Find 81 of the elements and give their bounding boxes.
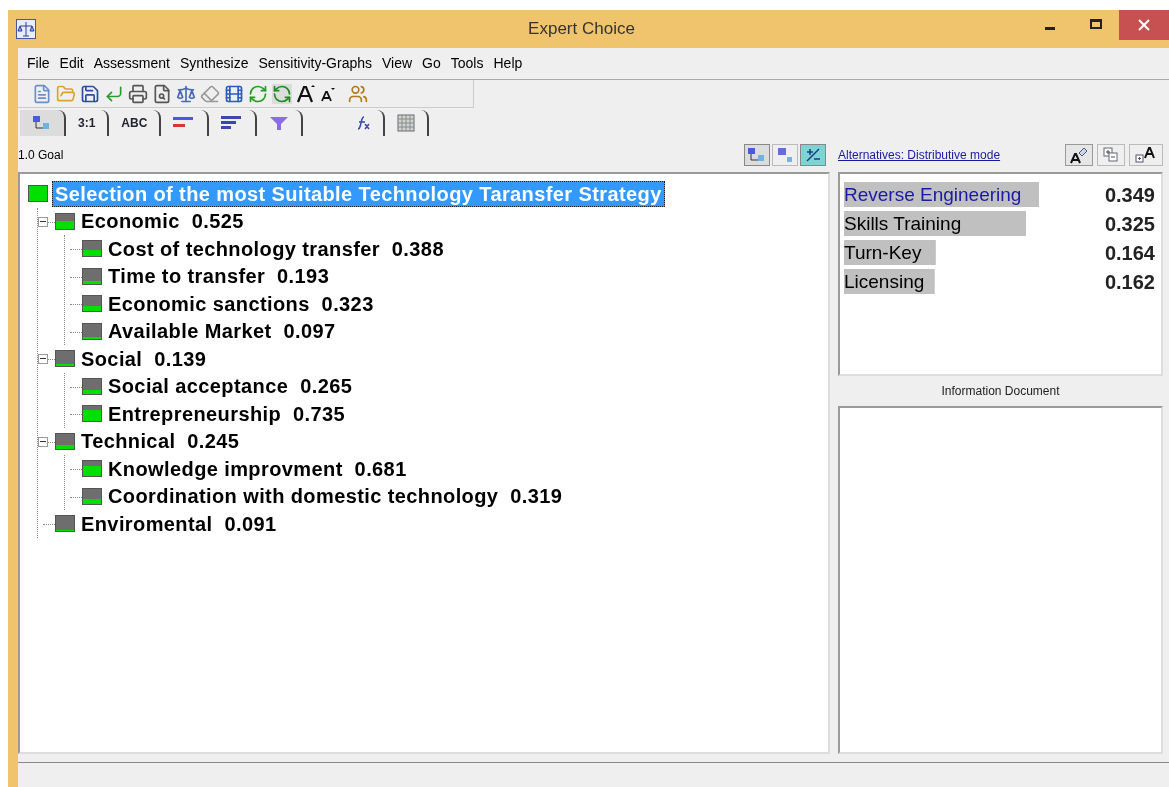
window-title: Expert Choice: [527, 18, 636, 41]
nodes-icon: [777, 147, 793, 163]
print-icon[interactable]: [128, 83, 148, 104]
priority-indicator: [55, 350, 75, 368]
information-document-title: Information Document: [940, 383, 1061, 400]
priority-indicator: [82, 460, 102, 478]
priority-indicator: [28, 185, 48, 203]
hierarchy-icon: [32, 115, 52, 131]
close-button[interactable]: [1119, 10, 1169, 40]
collapse-toggle[interactable]: [38, 354, 48, 364]
formula-icon: [355, 115, 372, 131]
alternative-row[interactable]: Skills Training 0.325: [844, 209, 1157, 238]
font-larger-icon[interactable]: [296, 83, 316, 104]
tree-node[interactable]: Economic 0.525: [79, 209, 246, 234]
alternative-priority: 0.325: [1104, 211, 1156, 237]
collapse-toggle[interactable]: [38, 436, 48, 447]
nodes-view-button[interactable]: [772, 144, 798, 166]
alternative-row[interactable]: Turn-Key 0.164: [844, 238, 1157, 267]
tree-node[interactable]: Cost of technology transfer 0.388: [106, 236, 446, 261]
film-icon[interactable]: [224, 83, 244, 104]
priority-indicator: [82, 322, 102, 340]
collapse-toggle[interactable]: [38, 216, 48, 227]
funnel-icon: [269, 115, 290, 131]
plus-minus-icon: [805, 147, 821, 163]
expand-collapse-icon: [1103, 147, 1119, 163]
menu-item[interactable]: File: [22, 53, 55, 74]
bar-chart-icon: [221, 115, 244, 131]
tree-node[interactable]: Social 0.139: [79, 346, 209, 371]
plus-minus-button[interactable]: [800, 144, 826, 166]
priority-indicator: [55, 515, 75, 533]
refresh-icon[interactable]: [272, 83, 292, 104]
tree-node[interactable]: Social acceptance 0.265: [106, 374, 355, 399]
edit-text-button[interactable]: [1065, 144, 1093, 166]
hierarchy-icon: [747, 147, 767, 163]
menu-item[interactable]: Sensitivity-Graphs: [253, 53, 377, 74]
scale-icon[interactable]: [176, 83, 196, 104]
hierarchy-view-button[interactable]: [744, 144, 770, 166]
priority-indicator: [82, 487, 102, 505]
tree-node[interactable]: Economic sanctions 0.323: [106, 291, 376, 316]
tree-node[interactable]: Enviromental 0.091: [79, 511, 279, 536]
tree-node[interactable]: Technical 0.245: [79, 429, 242, 454]
alternative-priority: 0.164: [1104, 240, 1156, 266]
save-icon[interactable]: [80, 83, 100, 104]
add-text-button[interactable]: [1129, 144, 1163, 166]
refresh-icon[interactable]: [248, 83, 268, 104]
print-preview-icon[interactable]: [152, 83, 172, 104]
menu-item[interactable]: View: [377, 53, 418, 74]
alternative-priority: 0.349: [1104, 182, 1156, 208]
alternative-row[interactable]: Licensing 0.162: [844, 267, 1157, 296]
tree-node[interactable]: Coordination with domestic technology 0.319: [106, 484, 565, 509]
menu-item[interactable]: Synthesize: [174, 53, 254, 74]
edit-text-icon: [1070, 146, 1088, 164]
alternative-row[interactable]: Reverse Engineering 0.349: [844, 180, 1157, 209]
pane-title: 1.0 Goal: [18, 147, 64, 164]
priority-indicator: [55, 212, 75, 230]
add-text-icon: [1135, 146, 1157, 164]
new-file-icon[interactable]: [32, 83, 52, 104]
tree-node[interactable]: Knowledge improvment 0.681: [106, 456, 409, 481]
priority-indicator: [82, 240, 102, 258]
priority-indicator: [82, 267, 102, 285]
menu-item[interactable]: Edit: [54, 53, 89, 74]
close-icon: [1138, 19, 1150, 31]
menu-item[interactable]: Go: [417, 53, 446, 74]
menu-item[interactable]: Tools: [445, 53, 489, 74]
priority-indicator: [82, 295, 102, 313]
menu-item[interactable]: Help: [488, 53, 528, 74]
bar-chart-icon: [173, 116, 196, 130]
view-tab[interactable]: [20, 110, 66, 136]
tree-node[interactable]: Available Market 0.097: [106, 319, 338, 344]
priority-indicator: [55, 432, 75, 450]
tree-node[interactable]: Time to transfer 0.193: [106, 264, 332, 289]
priority-indicator: [82, 405, 102, 423]
menu-item[interactable]: Assessment: [88, 53, 175, 74]
app-icon: [16, 19, 36, 39]
tree-node[interactable]: Entrepreneurship 0.735: [106, 401, 348, 426]
alternatives-mode-link[interactable]: Alternatives: Distributive mode: [838, 146, 1001, 164]
priority-indicator: [82, 377, 102, 395]
font-smaller-icon[interactable]: [320, 85, 336, 102]
grid-icon: [397, 114, 416, 132]
users-icon[interactable]: [348, 83, 368, 104]
alternative-priority: 0.162: [1104, 269, 1156, 295]
